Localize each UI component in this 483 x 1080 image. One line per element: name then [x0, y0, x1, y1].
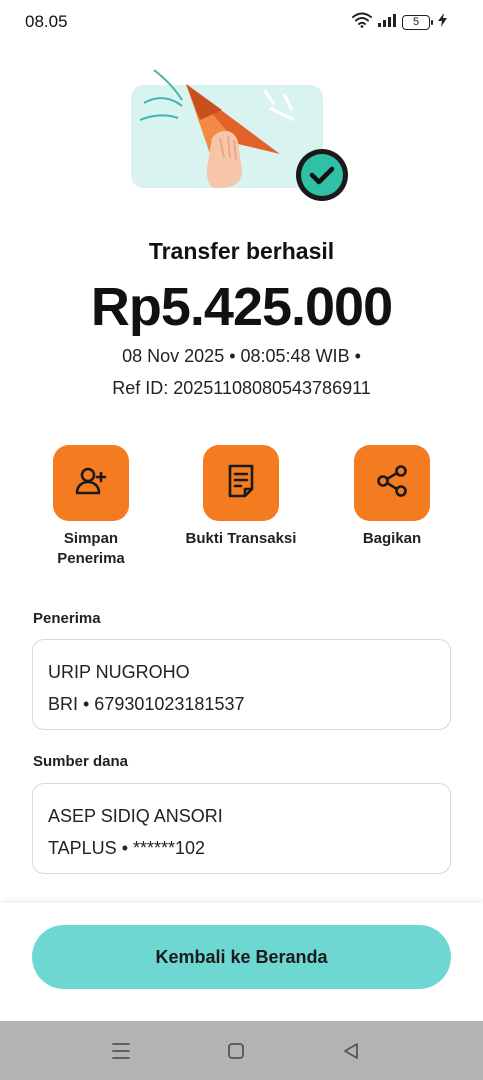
transfer-amount: Rp5.425.000 [90, 277, 393, 337]
transaction-proof-button[interactable]: Bukti Transaksi [171, 445, 311, 549]
recipient-section-label: Penerima [33, 610, 101, 627]
reference-id: Ref ID: 20251108080543786911 [112, 378, 371, 398]
success-check-icon [295, 148, 349, 202]
result-title: Transfer berhasil [148, 238, 335, 264]
signal-icon [378, 13, 396, 32]
add-user-icon [74, 464, 108, 503]
system-nav-bar [0, 1021, 483, 1080]
recipient-card: URIP NUGROHO BRI • 679301023181537 [32, 639, 451, 730]
save-recipient-button[interactable]: Simpan Penerima [21, 445, 161, 569]
action-row: Simpan Penerima Bukti Transaksi Bagikan [0, 445, 483, 575]
wifi-icon [352, 12, 372, 33]
status-time: 08.05 [25, 12, 68, 31]
recipient-account: BRI • 679301023181537 [48, 694, 245, 714]
share-label: Bagikan [362, 530, 422, 547]
home-icon[interactable] [224, 1039, 248, 1063]
source-section-label: Sumber dana [33, 753, 129, 770]
source-account: TAPLUS • ******102 [48, 838, 206, 858]
recipient-name: URIP NUGROHO [48, 662, 190, 682]
transaction-datetime: 08 Nov 2025 • 08:05:48 WIB • [122, 346, 361, 366]
battery-icon: 5 [402, 15, 433, 30]
back-icon[interactable] [339, 1039, 363, 1063]
share-button[interactable]: Bagikan [322, 445, 462, 549]
source-card: ASEP SIDIQ ANSORI TAPLUS • ******102 [32, 783, 451, 874]
share-button-bg[interactable] [354, 445, 430, 521]
transaction-proof-button-bg[interactable] [203, 445, 279, 521]
status-bar: 08.05 5 [0, 0, 483, 44]
back-to-home-button[interactable]: Kembali ke Beranda [32, 925, 451, 989]
status-icons: 5 [352, 12, 447, 33]
save-recipient-label: Simpan Penerima [57, 530, 125, 567]
share-icon [375, 464, 409, 503]
charging-icon [438, 13, 447, 32]
source-name: ASEP SIDIQ ANSORI [48, 806, 223, 826]
save-recipient-button-bg[interactable] [53, 445, 129, 521]
transaction-proof-label: Bukti Transaksi [185, 530, 297, 547]
bottom-action-area: Kembali ke Beranda [0, 903, 483, 1021]
menu-icon[interactable] [109, 1039, 133, 1063]
receipt-icon [226, 463, 256, 504]
